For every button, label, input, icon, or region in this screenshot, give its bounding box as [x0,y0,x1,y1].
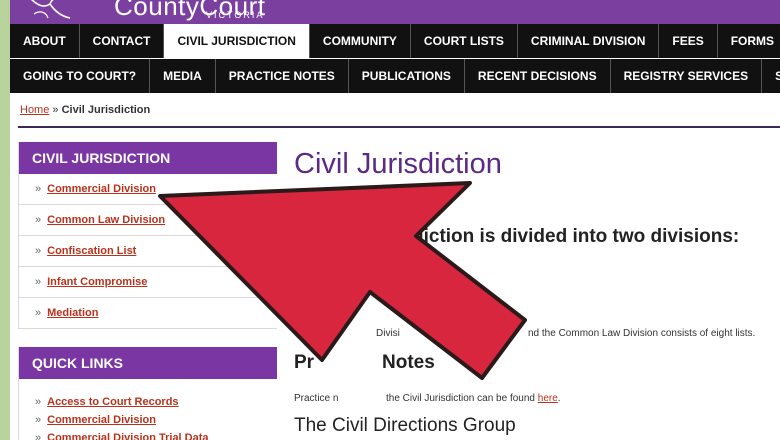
sidebar-item-confiscation-list[interactable]: » Confiscation List [19,236,277,267]
sidebar-item-label[interactable]: Confiscation List [47,245,136,257]
paragraph-fragment-right: nd the Common Law Division consists of e… [528,328,756,339]
main-nav-row-1: ABOUT CONTACT CIVIL JURISDICTION COMMUNI… [10,24,780,58]
sidebar-heading: CIVIL JURISDICTION [19,142,277,174]
quicklink-trial-data[interactable]: » Commercial Division Trial Data [19,429,277,440]
sidebar-item-label[interactable]: Infant Compromise [47,276,147,288]
nav-community[interactable]: COMMUNITY [310,24,411,58]
chevron-right-icon: » [35,307,42,319]
nav-contact[interactable]: CONTACT [80,24,165,58]
quicklink-access-records[interactable]: » Access to Court Records [19,393,277,411]
sidebar-civil-jurisdiction: CIVIL JURISDICTION » Commercial Division … [18,142,277,329]
sidebar-quick-links: QUICK LINKS » Access to Court Records » Co… [18,347,277,440]
page-title: Civil Jurisdiction [294,148,502,180]
sidebar-item-label[interactable]: Common Law Division [47,214,165,226]
nav-civil-jurisdiction[interactable]: CIVIL JURISDICTION [164,24,310,58]
sidebar-item-label[interactable]: Commercial Division [47,183,156,195]
nav-court-lists[interactable]: COURT LISTS [411,24,518,58]
quicklink-label[interactable]: Commercial Division [47,414,156,426]
chevron-right-icon: » [35,396,42,408]
quicklink-label[interactable]: Access to Court Records [47,396,178,408]
brand-header: CountyCourt VICTORIA [10,0,780,24]
site-subtitle: VICTORIA [206,10,265,20]
quicklinks-heading: QUICK LINKS [19,347,277,379]
breadcrumb-separator: » [52,104,59,116]
practice-text: the Civil Jurisdiction can be found here… [386,393,561,404]
nav-forms[interactable]: FORMS [718,24,780,58]
practice-text-left: Practice n [294,393,339,404]
quicklink-commercial-division[interactable]: » Commercial Division [19,411,277,429]
breadcrumb: Home » Civil Jurisdiction [20,104,150,116]
practice-notes-heading-right: Notes [382,352,435,373]
main-nav-row-2: GOING TO COURT? MEDIA PRACTICE NOTES PUB… [10,59,780,93]
practice-text-mid: the Civil Jurisdiction can be found [386,393,535,404]
sidebar-item-common-law-division[interactable]: » Common Law Division [19,205,277,236]
chevron-right-icon: » [35,183,42,195]
court-logo-icon [30,0,71,19]
court-webpage: CountyCourt VICTORIA ABOUT CONTACT CIVIL… [10,0,780,440]
civil-directions-heading: The Civil Directions Group [294,415,516,436]
nav-practice-notes[interactable]: PRACTICE NOTES [216,59,349,93]
chevron-right-icon: » [35,432,42,440]
practice-notes-here-link[interactable]: here [538,393,558,404]
paragraph-fragment-left: Divisi [376,328,400,339]
nav-criminal-division[interactable]: CRIMINAL DIVISION [518,24,660,58]
breadcrumb-home-link[interactable]: Home [20,104,49,116]
nav-fees[interactable]: FEES [659,24,718,58]
sidebar-item-label[interactable]: Mediation [47,307,98,319]
nav-media[interactable]: MEDIA [150,59,216,93]
header-divider [18,126,780,128]
chevron-right-icon: » [35,245,42,257]
nav-security[interactable]: SECURITY [762,59,780,93]
nav-registry-services[interactable]: REGISTRY SERVICES [611,59,763,93]
sidebar-item-infant-compromise[interactable]: » Infant Compromise [19,267,277,298]
nav-about[interactable]: ABOUT [10,24,80,58]
nav-recent-decisions[interactable]: RECENT DECISIONS [465,59,611,93]
practice-notes-heading-left: Pr [294,352,315,373]
chevron-right-icon: » [35,214,42,226]
quicklink-label[interactable]: Commercial Division Trial Data [47,432,208,440]
intro-lead: diction is divided into two divisions: [412,226,740,247]
chevron-right-icon: » [35,414,42,426]
chevron-right-icon: » [35,276,42,288]
sidebar-item-commercial-division[interactable]: » Commercial Division [19,174,277,205]
breadcrumb-current: Civil Jurisdiction [61,104,151,116]
sidebar-item-mediation[interactable]: » Mediation [19,298,277,329]
nav-going-to-court[interactable]: GOING TO COURT? [10,59,151,93]
nav-publications[interactable]: PUBLICATIONS [349,59,465,93]
